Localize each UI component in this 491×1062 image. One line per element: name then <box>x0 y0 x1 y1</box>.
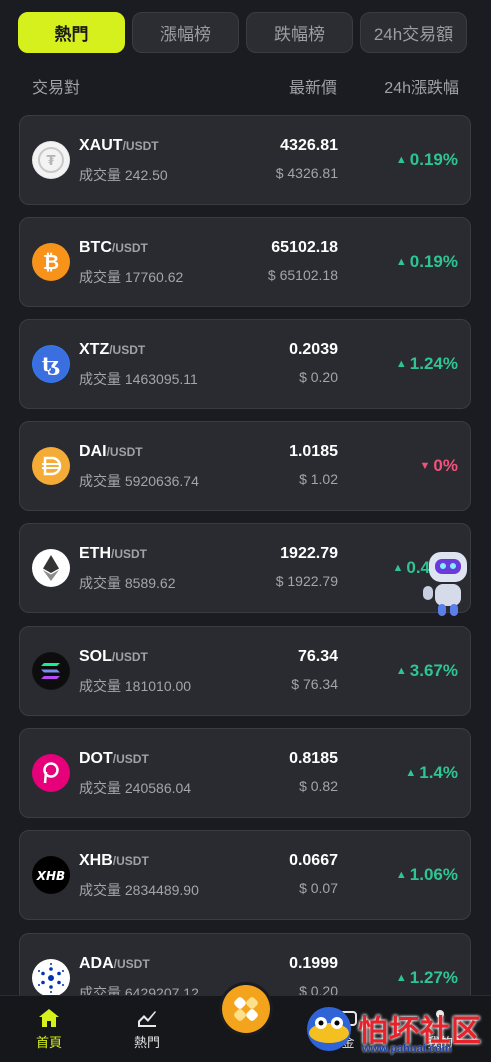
nav-hot[interactable]: 熱門 <box>117 1008 177 1051</box>
pair-label: SOL/USDT <box>79 648 148 665</box>
pair-label: XTZ/USDT <box>79 341 146 358</box>
xhb-icon: XHB <box>32 856 70 894</box>
svg-text:₿: ₿ <box>43 250 59 274</box>
volume-text: 成交量 1463095.11 <box>79 371 198 387</box>
market-row-sol[interactable]: SOL/USDT 成交量 181010.00 76.34 $ 76.34 ▲ 3.… <box>19 626 471 716</box>
price-value: 76.34 <box>297 648 338 665</box>
up-arrow-icon: ▲ <box>395 665 407 677</box>
volume-text: 成交量 240586.04 <box>79 780 192 796</box>
cardano-icon <box>32 959 70 997</box>
dai-icon <box>32 447 70 485</box>
header-pair: 交易對 <box>32 80 81 97</box>
price-value: 65102.18 <box>271 239 338 256</box>
list-header: 交易對 最新價 24h漲跌幅 <box>32 74 459 97</box>
up-arrow-icon: ▲ <box>405 767 417 779</box>
xaut-coin-icon: ₮ <box>32 141 70 179</box>
pair-label: XHB/USDT <box>79 852 149 869</box>
price-value: 1.0185 <box>289 443 338 460</box>
usd-value: $ 65102.18 <box>267 267 338 283</box>
header-price: 最新價 <box>289 80 338 97</box>
market-row-dai[interactable]: DAI/USDT 成交量 5920636.74 1.0185 $ 1.02 ▼ 0… <box>19 421 471 511</box>
market-row-btc[interactable]: ₿ BTC/USDT 成交量 17760.62 65102.18 $ 65102… <box>19 217 471 307</box>
price-value: 1922.79 <box>280 545 338 562</box>
change-badge: ▲ 1.24% <box>395 354 458 373</box>
watermark-url: www.pahuai.com <box>362 1043 452 1055</box>
usd-value: $ 1.02 <box>299 471 338 487</box>
nav-home-label: 首頁 <box>35 1035 62 1050</box>
price-value: 0.8185 <box>289 750 338 767</box>
nav-hot-label: 熱門 <box>133 1035 160 1050</box>
ethereum-icon <box>32 549 70 587</box>
volume-text: 成交量 17760.62 <box>79 269 184 285</box>
chart-trend-icon <box>138 1011 156 1027</box>
nav-home[interactable]: 首頁 <box>19 1008 79 1051</box>
up-arrow-icon: ▲ <box>395 869 407 881</box>
solana-icon <box>32 652 70 690</box>
usd-value: $ 0.82 <box>299 778 338 794</box>
usd-value: $ 0.07 <box>299 880 338 896</box>
usd-value: $ 76.34 <box>291 676 338 692</box>
bitcoin-icon: ₿ <box>32 243 70 281</box>
change-badge: ▲ 0.19% <box>395 252 458 271</box>
change-badge: ▲ 1.4% <box>405 763 458 782</box>
volume-text: 成交量 2834489.90 <box>79 882 199 898</box>
usd-value: $ 4326.81 <box>275 165 338 181</box>
watermark-logo-icon <box>307 1007 351 1051</box>
center-trade-button[interactable] <box>222 985 270 1033</box>
tezos-icon: ꜩ <box>32 345 70 383</box>
svg-text:XHB: XHB <box>36 869 65 883</box>
robot-assistant-icon[interactable] <box>419 546 477 620</box>
svg-text:₮: ₮ <box>46 154 55 169</box>
price-value: 0.1999 <box>289 955 338 972</box>
usd-value: $ 0.20 <box>299 369 338 385</box>
pair-label: BTC/USDT <box>79 239 148 256</box>
up-arrow-icon: ▲ <box>395 154 407 166</box>
svg-text:ꜩ: ꜩ <box>42 352 60 376</box>
pair-label: XAUT/USDT <box>79 137 159 154</box>
pair-label: DAI/USDT <box>79 443 143 460</box>
pair-label: DOT/USDT <box>79 750 149 767</box>
price-value: 0.0667 <box>289 852 338 869</box>
up-arrow-icon: ▲ <box>395 358 407 370</box>
down-arrow-icon: ▼ <box>419 460 431 472</box>
volume-text: 成交量 242.50 <box>79 167 168 183</box>
tab-gainers[interactable]: 漲幅榜 <box>132 12 239 53</box>
market-row-xaut[interactable]: ₮ XAUT/USDT 成交量 242.50 4326.81 $ 4326.81… <box>19 115 471 205</box>
polkadot-icon <box>32 754 70 792</box>
pair-label: ETH/USDT <box>79 545 147 562</box>
up-arrow-icon: ▲ <box>395 256 407 268</box>
change-badge: ▲ 3.67% <box>395 661 458 680</box>
price-value: 0.2039 <box>289 341 338 358</box>
tab-hot[interactable]: 熱門 <box>18 12 125 53</box>
market-row-xhb[interactable]: XHB XHB/USDT 成交量 2834489.90 0.0667 $ 0.0… <box>19 830 471 920</box>
tab-losers[interactable]: 跌幅榜 <box>246 12 353 53</box>
exchange-icon <box>234 997 258 1021</box>
usd-value: $ 1922.79 <box>275 573 338 589</box>
change-badge: ▲ 0.19% <box>395 150 458 169</box>
market-tabs: 熱門 漲幅榜 跌幅榜 24h交易額 <box>18 12 477 53</box>
volume-text: 成交量 8589.62 <box>79 575 176 591</box>
change-badge: ▲ 1.06% <box>395 865 458 884</box>
market-row-dot[interactable]: DOT/USDT 成交量 240586.04 0.8185 $ 0.82 ▲ 1.… <box>19 728 471 818</box>
up-arrow-icon: ▲ <box>395 972 407 984</box>
home-icon <box>39 1009 59 1027</box>
tab-24h-volume[interactable]: 24h交易額 <box>360 12 467 53</box>
volume-text: 成交量 5920636.74 <box>79 473 199 489</box>
price-value: 4326.81 <box>280 137 338 154</box>
change-badge: ▲ 1.27% <box>395 968 458 987</box>
market-row-eth[interactable]: ETH/USDT 成交量 8589.62 1922.79 $ 1922.79 ▲… <box>19 523 471 613</box>
change-badge: ▼ 0% <box>419 456 458 475</box>
volume-text: 成交量 181010.00 <box>79 678 192 694</box>
up-arrow-icon: ▲ <box>392 562 404 574</box>
header-change: 24h漲跌幅 <box>384 80 459 97</box>
pair-label: ADA/USDT <box>79 955 150 972</box>
market-row-xtz[interactable]: ꜩ XTZ/USDT 成交量 1463095.11 0.2039 $ 0.20 … <box>19 319 471 409</box>
